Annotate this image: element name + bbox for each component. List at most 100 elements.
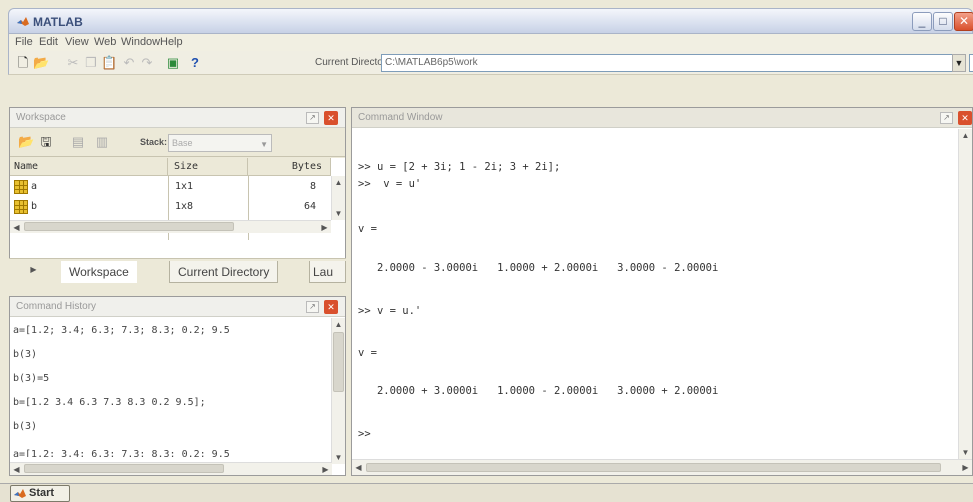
- workspace-table: Name Size Bytes a 1x1 8 b 1x8 64 ▲ ▼ ◀ ▶: [10, 158, 345, 260]
- menu-bar: File Edit View Web Window Help: [8, 34, 973, 51]
- new-file-icon[interactable]: 🗋: [15, 55, 31, 71]
- scroll-right-icon[interactable]: ▶: [959, 461, 972, 474]
- tab-launch-pad[interactable]: Lau: [309, 261, 346, 283]
- history-item[interactable]: b(3)=5: [13, 373, 49, 384]
- command-line: >> v = u.': [358, 305, 422, 317]
- scroll-up-icon[interactable]: ▲: [332, 318, 345, 331]
- variable-bytes: 64: [303, 201, 316, 212]
- scrollbar-thumb[interactable]: [333, 332, 344, 392]
- chevron-down-icon[interactable]: ▼: [952, 54, 966, 72]
- close-button[interactable]: ✕: [954, 12, 973, 31]
- open-folder-icon[interactable]: 📂: [18, 134, 34, 150]
- history-item[interactable]: a=[1.2; 3.4; 6.3; 7.3; 8.3; 0.2; 9.5: [13, 445, 230, 457]
- undock-icon[interactable]: ↗: [306, 112, 319, 124]
- output-line: 2.0000 + 3.0000i 1.0000 - 2.0000i 3.0000…: [358, 385, 719, 397]
- undock-icon[interactable]: ↗: [306, 301, 319, 313]
- scroll-up-icon[interactable]: ▲: [959, 129, 972, 142]
- scroll-left-icon[interactable]: ◀: [352, 461, 365, 474]
- close-panel-icon[interactable]: ✕: [958, 111, 972, 125]
- delete-variable-icon[interactable]: ▥: [94, 134, 110, 150]
- chevron-down-icon: ▼: [260, 140, 268, 149]
- menu-view[interactable]: View: [65, 36, 89, 48]
- variable-size: 1x1: [175, 181, 194, 192]
- scroll-left-icon[interactable]: ◀: [10, 221, 23, 234]
- scroll-down-icon[interactable]: ▼: [959, 446, 972, 459]
- close-panel-icon[interactable]: ✕: [324, 300, 338, 314]
- menu-help[interactable]: Help: [160, 36, 183, 48]
- scroll-right-icon[interactable]: ▶: [319, 463, 332, 476]
- tab-workspace[interactable]: Workspace: [61, 261, 137, 283]
- panel-tabs: ▶ Workspace Current Directory Lau: [9, 258, 346, 284]
- stack-value: Base: [172, 138, 193, 148]
- command-horizontal-scrollbar[interactable]: ◀ ▶: [352, 459, 972, 475]
- history-item[interactable]: b(3): [13, 421, 37, 432]
- import-data-icon[interactable]: ▤: [70, 134, 86, 150]
- command-history-panel: Command History ↗ ✕ a=[1.2; 3.4; 6.3; 7.…: [9, 296, 346, 476]
- undock-icon[interactable]: ↗: [940, 112, 953, 124]
- column-name-header[interactable]: Name: [10, 158, 168, 176]
- menu-web[interactable]: Web: [94, 36, 116, 48]
- history-vertical-scrollbar[interactable]: ▲ ▼: [331, 318, 345, 464]
- undo-icon[interactable]: ↶: [121, 55, 137, 71]
- command-prompt[interactable]: >>: [358, 428, 371, 440]
- title-bar[interactable]: MATLAB _ □ ✕: [8, 8, 973, 34]
- history-item[interactable]: b=[1.2 3.4 6.3 7.3 8.3 0.2 9.5];: [13, 397, 206, 408]
- output-line: v =: [358, 347, 377, 359]
- menu-window[interactable]: Window: [121, 36, 160, 48]
- scroll-right-icon[interactable]: ▶: [318, 221, 331, 234]
- matlab-logo-icon: [17, 17, 29, 26]
- history-item[interactable]: b(3): [13, 349, 37, 360]
- menu-file[interactable]: File: [15, 36, 33, 48]
- output-line: v =: [358, 223, 377, 235]
- variable-bytes: 8: [309, 181, 316, 192]
- scroll-down-icon[interactable]: ▼: [332, 451, 345, 464]
- save-icon[interactable]: 🖫: [38, 134, 54, 150]
- command-line: >> u = [2 + 3i; 1 - 2i; 3 + 2i];: [358, 161, 561, 173]
- history-horizontal-scrollbar[interactable]: ◀ ▶: [10, 462, 332, 475]
- command-vertical-scrollbar[interactable]: ▲ ▼: [958, 129, 972, 459]
- scrollbar-thumb[interactable]: [24, 222, 234, 231]
- close-panel-icon[interactable]: ✕: [324, 111, 338, 125]
- workspace-toolbar: 📂 🖫 ▤ ▥ Stack: Base ▼: [10, 129, 345, 157]
- simulink-icon[interactable]: ▣: [165, 55, 181, 71]
- browse-directory-button[interactable]: [969, 54, 973, 72]
- column-size-header[interactable]: Size: [168, 158, 248, 176]
- start-button[interactable]: Start: [10, 485, 70, 502]
- command-history-title: Command History: [10, 297, 345, 317]
- scrollbar-thumb[interactable]: [24, 464, 224, 473]
- redo-icon[interactable]: ↷: [139, 55, 155, 71]
- command-window-panel: Command Window ↗ ✕ >> u = [2 + 3i; 1 - 2…: [351, 107, 973, 476]
- minimize-button[interactable]: _: [912, 12, 932, 31]
- start-label: Start: [29, 487, 55, 499]
- scrollbar-thumb[interactable]: [366, 463, 941, 472]
- variable-name: a: [31, 181, 38, 192]
- workspace-horizontal-scrollbar[interactable]: ◀ ▶: [10, 220, 331, 233]
- history-item[interactable]: a=[1.2; 3.4; 6.3; 7.3; 8.3; 0.2; 9.5: [13, 325, 230, 336]
- command-window-output[interactable]: >> u = [2 + 3i; 1 - 2i; 3 + 2i]; >> v = …: [352, 129, 958, 459]
- column-bytes-header[interactable]: Bytes: [248, 158, 331, 176]
- help-icon[interactable]: ?: [187, 55, 203, 71]
- stack-label: Stack:: [140, 137, 168, 147]
- command-history-list: a=[1.2; 3.4; 6.3; 7.3; 8.3; 0.2; 9.5 b(3…: [10, 318, 332, 464]
- current-directory-input[interactable]: C:\MATLAB6p5\work: [381, 54, 956, 72]
- variable-size: 1x8: [175, 201, 194, 212]
- scroll-down-icon[interactable]: ▼: [332, 207, 345, 220]
- open-folder-icon[interactable]: 📂: [33, 55, 49, 71]
- menu-edit[interactable]: Edit: [39, 36, 58, 48]
- tab-scroll-icon[interactable]: ▶: [27, 263, 40, 276]
- maximize-button[interactable]: □: [933, 12, 953, 31]
- scroll-left-icon[interactable]: ◀: [10, 463, 23, 476]
- stack-select[interactable]: Base ▼: [168, 134, 272, 152]
- matrix-variable-icon: [14, 200, 28, 214]
- paste-icon[interactable]: 📋: [101, 55, 117, 71]
- workspace-vertical-scrollbar[interactable]: ▲ ▼: [331, 176, 345, 220]
- window-title: MATLAB: [33, 15, 83, 29]
- matlab-logo-icon: [14, 489, 26, 498]
- toolbar: 🗋 📂 ✂ ❐ 📋 ↶ ↷ ▣ ? Current Directory: C:\…: [8, 51, 973, 75]
- workspace-title: Workspace: [10, 108, 345, 128]
- copy-icon[interactable]: ❐: [83, 55, 99, 71]
- tab-current-directory[interactable]: Current Directory: [169, 261, 279, 283]
- workspace-panel: Workspace ↗ ✕ 📂 🖫 ▤ ▥ Stack: Base ▼ Name …: [9, 107, 346, 282]
- cut-icon[interactable]: ✂: [65, 55, 81, 71]
- scroll-up-icon[interactable]: ▲: [332, 176, 345, 189]
